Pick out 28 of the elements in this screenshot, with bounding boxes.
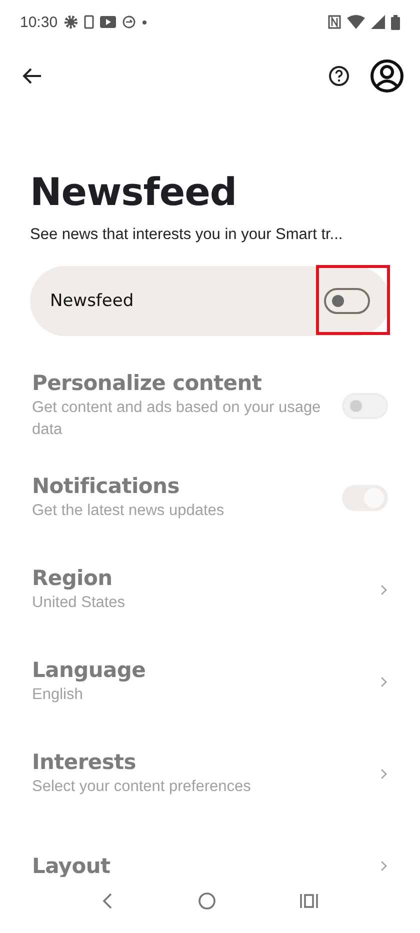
- setting-subtitle: Get the latest news updates: [32, 501, 226, 522]
- setting-title: Region: [32, 566, 114, 590]
- phone-icon: [84, 15, 94, 29]
- help-button[interactable]: [328, 65, 350, 87]
- setting-subtitle: Select your content preferences: [32, 777, 252, 798]
- dot-icon: [142, 20, 147, 24]
- home-button[interactable]: [198, 892, 216, 910]
- setting-title: Personalize content: [32, 371, 263, 396]
- wifi-icon: [347, 15, 365, 29]
- profile-button[interactable]: [370, 59, 404, 93]
- sync-icon: [122, 15, 136, 29]
- setting-title: Notifications: [32, 474, 180, 498]
- page-subtitle: See news that interests you in your Smart tr...: [30, 226, 344, 244]
- page-title: Newsfeed: [30, 170, 238, 214]
- toggle-label: Newsfeed: [50, 291, 135, 311]
- toggle-switch[interactable]: [324, 288, 370, 314]
- nav-back-button[interactable]: [102, 893, 114, 909]
- setting-subtitle: Get content and ads based on your usage data: [32, 398, 322, 440]
- nfc-icon: [328, 15, 341, 29]
- recents-button[interactable]: [300, 893, 318, 909]
- setting-title: Interests: [32, 750, 137, 774]
- battery-icon: [391, 14, 400, 30]
- signal-icon: [371, 15, 385, 29]
- setting-title: Language: [32, 658, 147, 682]
- play-icon: [100, 16, 116, 28]
- status-time: 10:30: [20, 14, 58, 30]
- setting-subtitle: United States: [32, 593, 126, 614]
- setting-subtitle: English: [32, 685, 84, 706]
